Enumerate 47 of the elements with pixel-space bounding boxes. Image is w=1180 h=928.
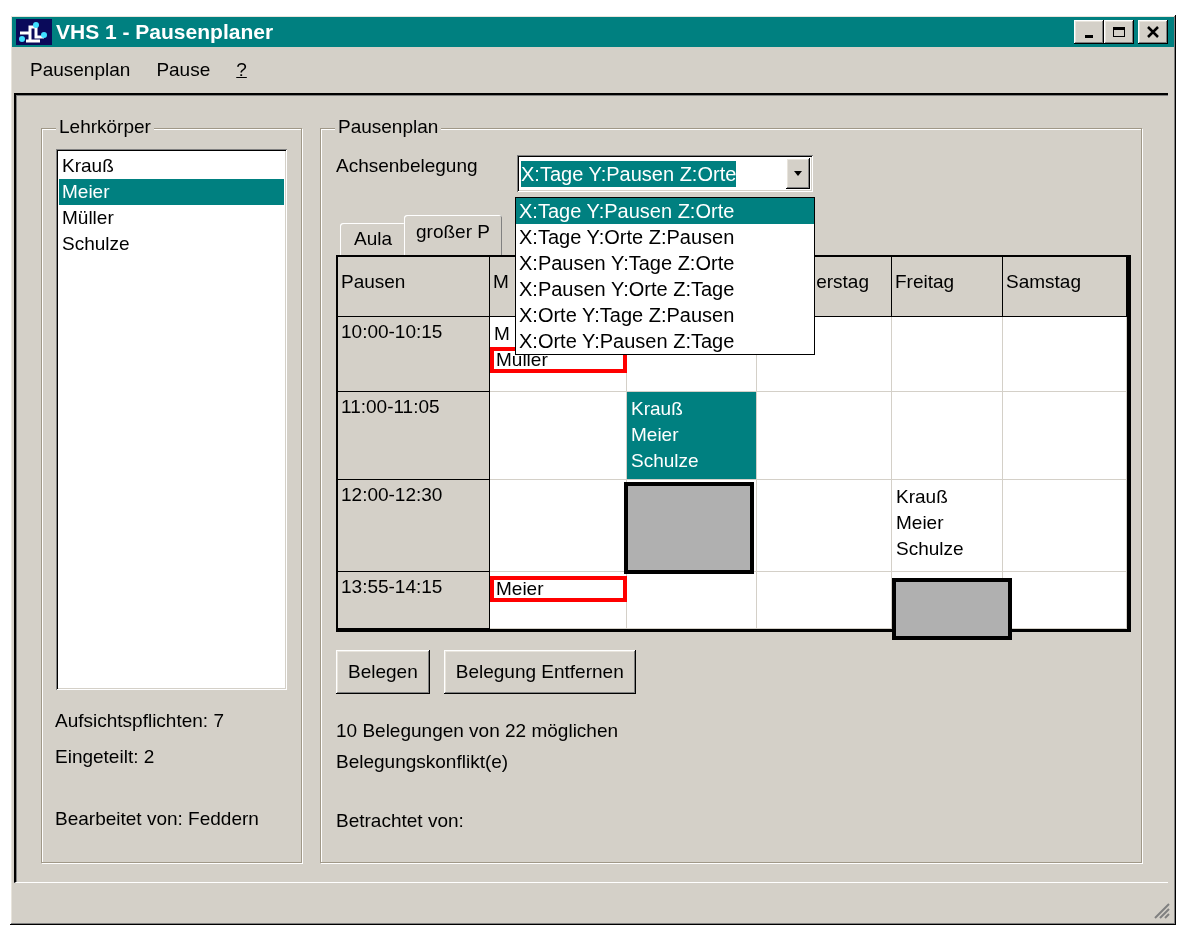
row-header: 10:00-10:15 [338, 317, 490, 392]
list-item[interactable]: Schulze [59, 231, 284, 257]
maximize-icon [1112, 26, 1126, 38]
field-label: Achsenbelegung [336, 155, 479, 177]
remove-assignment-button[interactable]: Belegung Entfernen [443, 650, 636, 694]
status-text: Betrachtet von: [336, 810, 465, 832]
minimize-button[interactable] [1074, 20, 1104, 44]
dropdown-option[interactable]: X:Tage Y:Orte Z:Pausen [516, 224, 814, 250]
selected-cell[interactable]: Krauß Meier Schulze [627, 392, 757, 480]
window-title: VHS 1 - Pausenplaner [56, 20, 275, 44]
column-header: Pausen [338, 257, 490, 317]
tab[interactable]: großer P [404, 215, 502, 255]
resize-grip-icon[interactable] [1152, 901, 1170, 919]
cell-text: Krauß [630, 397, 684, 421]
list-item[interactable]: Meier [59, 179, 284, 205]
cell-text: Meier [630, 423, 680, 447]
dropdown-arrow-icon [793, 170, 803, 177]
status-text: 10 Belegungen von 22 möglichen [336, 720, 620, 742]
table-cell-text: Krauß [895, 485, 949, 509]
info-label: Eingeteilt: 2 [55, 746, 156, 768]
table-cell-text: M [493, 322, 511, 346]
close-button[interactable] [1138, 20, 1168, 44]
menu-item[interactable]: Pausenplan [30, 59, 131, 83]
column-header: Freitag [892, 257, 1003, 317]
status-text: Belegungskonflikt(e) [336, 751, 510, 773]
row-header: 12:00-12:30 [338, 480, 490, 572]
list-item[interactable]: Krauß [59, 153, 284, 179]
maximize-button[interactable] [1104, 20, 1134, 44]
axis-dropdown[interactable]: X:Tage Y:Pausen Z:Orte [517, 155, 813, 192]
menu-item[interactable]: Pause [156, 59, 211, 83]
dropdown-option[interactable]: X:Tage Y:Pausen Z:Orte [516, 198, 814, 224]
conflict-entry: Meier [490, 576, 627, 602]
row-header: 13:55-14:15 [338, 572, 490, 629]
app-icon [16, 19, 52, 45]
column-header: Samstag [1003, 257, 1127, 317]
row-header: 11:00-11:05 [338, 392, 490, 480]
table-cell-text: Schulze [895, 537, 965, 561]
tab[interactable]: Aula [340, 223, 407, 255]
close-icon [1146, 26, 1160, 38]
info-label: Aufsichtspflichten: 7 [55, 710, 225, 732]
list-item[interactable]: Müller [59, 205, 284, 231]
table-cell-text: Meier [895, 511, 945, 535]
cell-text: Schulze [630, 449, 700, 473]
info-label: Bearbeitet von: Feddern [55, 808, 260, 830]
menu-item[interactable]: ? [236, 59, 247, 83]
minimize-icon [1085, 35, 1093, 38]
assign-button[interactable]: Belegen [336, 650, 430, 694]
